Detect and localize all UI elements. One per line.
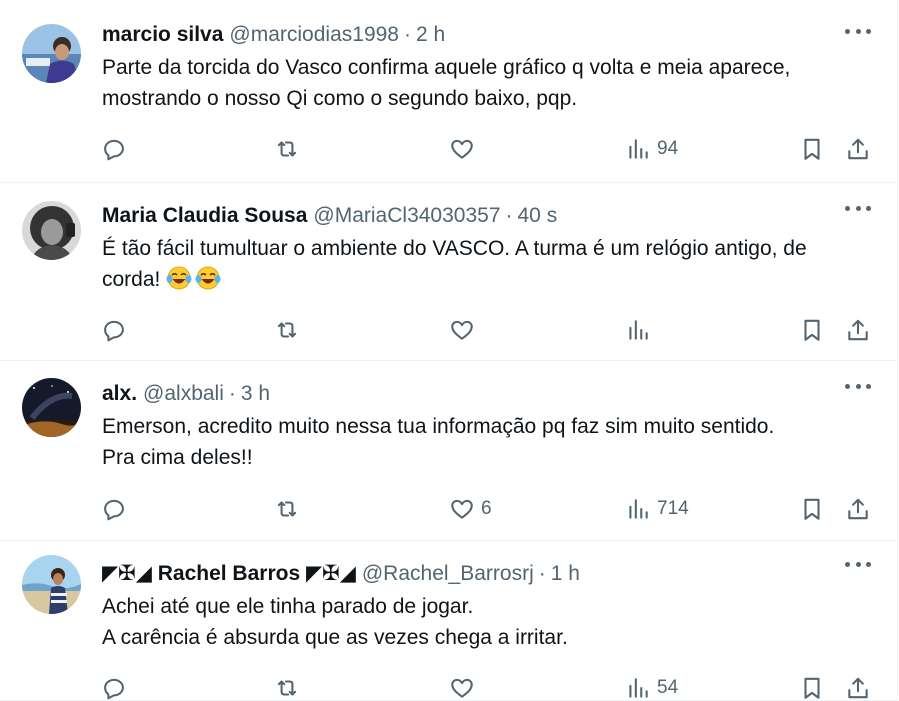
bookmark-button[interactable] (799, 134, 825, 164)
share-icon (848, 677, 868, 699)
reply-button[interactable] (101, 134, 133, 164)
tears-of-joy-emoji (195, 265, 221, 291)
like-button[interactable] (449, 315, 481, 345)
post-time[interactable]: 2 h (416, 22, 445, 48)
post[interactable]: alx. @alxbali · 3 h Emerson, acredito mu… (0, 361, 897, 541)
author-name[interactable]: ◤✠◢ Rachel Barros ◤✠◢ (102, 561, 356, 587)
like-count: 6 (481, 498, 492, 519)
reply-icon (104, 678, 124, 700)
reply-icon (104, 499, 124, 521)
bookmark-button[interactable] (799, 315, 825, 345)
more-icon[interactable] (845, 381, 871, 391)
post-actions: 94 (101, 134, 873, 164)
view-count: 54 (657, 677, 679, 698)
share-button[interactable] (845, 494, 871, 524)
repost-icon (277, 322, 297, 338)
view-count: 94 (657, 138, 679, 159)
repost-icon (277, 680, 297, 696)
author-name[interactable]: marcio silva (102, 22, 223, 48)
heart-icon (451, 678, 473, 698)
reply-icon (104, 139, 124, 161)
post-actions (101, 315, 873, 345)
views-icon (629, 139, 648, 159)
timeline-feed: marcio silva @marciodias1998 · 2 h Parte… (0, 0, 898, 701)
avatar[interactable] (22, 555, 81, 614)
repost-button[interactable] (274, 673, 306, 701)
reply-button[interactable] (101, 494, 133, 524)
author-handle[interactable]: @Rachel_Barrosrj (362, 561, 534, 587)
author-name[interactable]: alx. (102, 381, 137, 407)
bookmark-button[interactable] (799, 494, 825, 524)
separator: · (538, 562, 546, 585)
post-header: Maria Claudia Sousa @MariaCl34030357 · 4… (102, 203, 873, 229)
post-text: Parte da torcida do Vasco confirma aquel… (102, 56, 791, 110)
views-button[interactable]: 94 (625, 134, 678, 164)
separator: · (505, 204, 513, 227)
tears-of-joy-emoji (166, 265, 192, 291)
author-handle[interactable]: @MariaCl34030357 (313, 203, 500, 229)
repost-icon (277, 141, 297, 157)
post-text: Achei até que ele tinha parado de jogar.… (102, 595, 568, 649)
like-button[interactable]: 6 (449, 494, 492, 524)
heart-icon (451, 499, 473, 519)
bookmark-icon (804, 319, 820, 341)
bookmark-icon (804, 498, 820, 520)
post-actions: 6 714 (101, 494, 873, 524)
reply-button[interactable] (101, 315, 133, 345)
views-icon (629, 678, 648, 698)
bookmark-button[interactable] (799, 673, 825, 701)
post-text: Emerson, acredito muito nessa tua inform… (102, 415, 775, 469)
share-button[interactable] (845, 134, 871, 164)
post-time[interactable]: 3 h (241, 381, 270, 407)
author-handle[interactable]: @marciodias1998 (229, 22, 399, 48)
like-button[interactable] (449, 134, 481, 164)
separator: · (228, 382, 236, 405)
post-header: marcio silva @marciodias1998 · 2 h (102, 22, 873, 48)
author-handle[interactable]: @alxbali (143, 381, 224, 407)
bookmark-icon (804, 677, 820, 699)
heart-icon (451, 320, 473, 340)
like-button[interactable] (449, 673, 481, 701)
share-icon (848, 498, 868, 520)
share-button[interactable] (845, 673, 871, 701)
more-icon[interactable] (845, 203, 871, 213)
post[interactable]: ◤✠◢ Rachel Barros ◤✠◢ @Rachel_Barrosrj ·… (0, 541, 897, 701)
separator: · (403, 23, 411, 46)
views-button[interactable] (625, 315, 657, 345)
more-icon[interactable] (845, 26, 871, 36)
repost-icon (277, 501, 297, 517)
post-text: É tão fácil tumultuar o ambiente do VASC… (102, 233, 873, 295)
views-button[interactable]: 714 (625, 494, 689, 524)
repost-button[interactable] (274, 134, 306, 164)
avatar[interactable] (22, 201, 81, 260)
post-header: alx. @alxbali · 3 h (102, 381, 873, 407)
post[interactable]: Maria Claudia Sousa @MariaCl34030357 · 4… (0, 183, 897, 361)
views-icon (629, 499, 648, 519)
author-name[interactable]: Maria Claudia Sousa (102, 203, 307, 229)
view-count: 714 (657, 498, 689, 519)
post-header: ◤✠◢ Rachel Barros ◤✠◢ @Rachel_Barrosrj ·… (102, 561, 873, 587)
avatar[interactable] (22, 24, 81, 83)
views-button[interactable]: 54 (625, 673, 678, 701)
reply-button[interactable] (101, 673, 133, 701)
post-actions: 54 (101, 673, 873, 701)
post[interactable]: marcio silva @marciodias1998 · 2 h Parte… (0, 0, 897, 183)
post-time[interactable]: 1 h (551, 561, 580, 587)
share-icon (848, 138, 868, 160)
bookmark-icon (804, 138, 820, 160)
repost-button[interactable] (274, 315, 306, 345)
share-icon (848, 319, 868, 341)
post-time[interactable]: 40 s (518, 203, 558, 229)
reply-icon (104, 320, 124, 342)
repost-button[interactable] (274, 494, 306, 524)
more-icon[interactable] (845, 559, 871, 569)
avatar[interactable] (22, 378, 81, 437)
heart-icon (451, 139, 473, 159)
share-button[interactable] (845, 315, 871, 345)
views-icon (629, 320, 648, 340)
